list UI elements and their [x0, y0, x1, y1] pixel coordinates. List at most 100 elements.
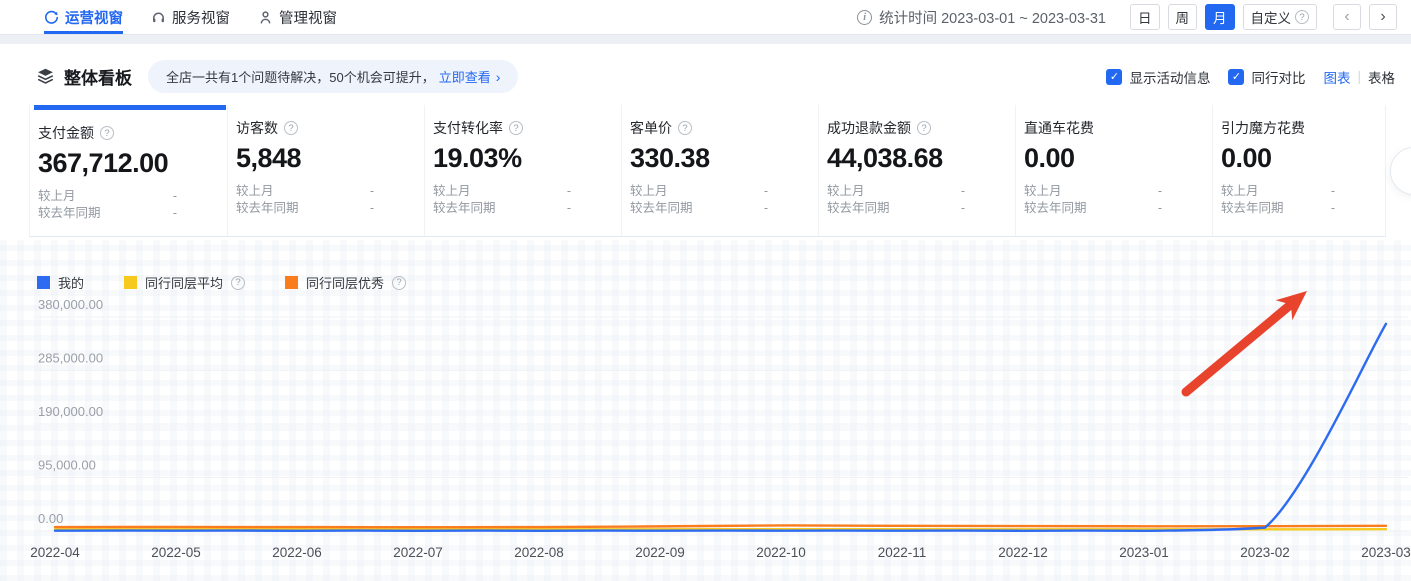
svg-text:2022-12: 2022-12	[998, 545, 1048, 560]
compare-value: -	[764, 183, 768, 200]
arrow-right-icon[interactable]: ›	[496, 69, 501, 85]
board-header-controls: ✓ 显示活动信息 ✓ 同行对比 图表 | 表格	[1106, 67, 1395, 87]
svg-text:2022-04: 2022-04	[30, 545, 80, 560]
compare-value: -	[567, 200, 571, 217]
help-icon[interactable]: ?	[678, 121, 692, 135]
legend-swatch-orange	[285, 276, 298, 289]
tab-label: 服务视窗	[172, 7, 230, 28]
compare-value: -	[370, 183, 374, 200]
compare-label: 较去年同期	[236, 200, 299, 217]
help-icon[interactable]: ?	[917, 121, 931, 135]
legend-swatch-yellow	[124, 276, 137, 289]
service-view-icon	[151, 10, 166, 25]
svg-text:2022-11: 2022-11	[878, 545, 927, 560]
metric-card-ylmf-spend[interactable]: 引力魔方花费 0.00 较上月- 较去年同期-	[1212, 105, 1385, 236]
tab-operations-view[interactable]: 运营视窗	[44, 0, 123, 34]
peer-compare-checkbox[interactable]: ✓ 同行对比	[1228, 67, 1305, 87]
compare-label: 较去年同期	[630, 200, 693, 217]
legend-item-peer-excellent[interactable]: 同行同层优秀 ?	[285, 273, 406, 292]
help-icon[interactable]: ?	[231, 276, 245, 290]
date-pager: ‹ ›	[1333, 4, 1397, 30]
help-icon[interactable]: ?	[284, 121, 298, 135]
compare-label: 较去年同期	[1024, 200, 1087, 217]
metric-cards-row: 支付金额? 367,712.00 较上月- 较去年同期- 访客数? 5,848 …	[29, 105, 1386, 237]
metric-label: 支付金额	[38, 123, 94, 143]
legend-label: 同行同层平均	[145, 273, 223, 292]
compare-label: 较去年同期	[1221, 200, 1284, 217]
view-toggle: 图表 | 表格	[1323, 67, 1395, 87]
metric-card-conversion-rate[interactable]: 支付转化率? 19.03% 较上月- 较去年同期-	[424, 105, 621, 236]
help-icon[interactable]: ?	[100, 126, 114, 140]
metric-card-refund-amount[interactable]: 成功退款金额? 44,038.68 较上月- 较去年同期-	[818, 105, 1015, 236]
show-activity-checkbox[interactable]: ✓ 显示活动信息	[1106, 67, 1210, 87]
metric-card-visitors[interactable]: 访客数? 5,848 较上月- 较去年同期-	[227, 105, 424, 236]
period-day-button[interactable]: 日	[1130, 4, 1160, 30]
chevron-right-icon[interactable]: ›	[1369, 4, 1397, 30]
svg-text:380,000.00: 380,000.00	[38, 297, 103, 312]
tab-label: 管理视窗	[279, 7, 337, 28]
svg-text:2023-02: 2023-02	[1240, 545, 1290, 560]
floating-widget-circle[interactable]	[1390, 147, 1411, 195]
compare-value: -	[1158, 200, 1162, 217]
tab-service-view[interactable]: 服务视窗	[151, 0, 230, 34]
notice-text: 全店一共有1个问题待解决，50个机会可提升，	[166, 67, 435, 86]
metric-card-ztc-spend[interactable]: 直通车花费 0.00 较上月- 较去年同期-	[1015, 105, 1212, 236]
svg-text:2023-01: 2023-01	[1119, 545, 1169, 560]
checkbox-checked-icon: ✓	[1106, 69, 1122, 85]
svg-text:95,000.00: 95,000.00	[38, 458, 96, 473]
trend-line-chart[interactable]: 0.0095,000.00190,000.00285,000.00380,000…	[0, 270, 1411, 581]
svg-text:2023-03: 2023-03	[1361, 545, 1411, 560]
compare-label: 较上月	[236, 183, 274, 200]
svg-text:2022-05: 2022-05	[151, 545, 201, 560]
svg-text:2022-07: 2022-07	[393, 545, 443, 560]
help-icon[interactable]: ?	[392, 276, 406, 290]
stat-time: i 统计时间 2023-03-01 ~ 2023-03-31	[857, 7, 1106, 28]
help-icon: ?	[1295, 10, 1309, 24]
compare-value: -	[173, 188, 177, 205]
svg-text:2022-09: 2022-09	[635, 545, 685, 560]
chevron-left-icon[interactable]: ‹	[1333, 4, 1361, 30]
board-header: 整体看板 全店一共有1个问题待解决，50个机会可提升， 立即查看 › ✓ 显示活…	[0, 44, 1411, 105]
board-title: 整体看板	[36, 64, 132, 89]
compare-label: 较上月	[433, 183, 471, 200]
view-now-link[interactable]: 立即查看	[439, 67, 491, 86]
chart-legend: 我的 同行同层平均 ? 同行同层优秀 ?	[37, 273, 406, 292]
compare-label: 较去年同期	[827, 200, 890, 217]
legend-swatch-blue	[37, 276, 50, 289]
svg-text:285,000.00: 285,000.00	[38, 351, 103, 366]
metric-value: 0.00	[1024, 143, 1162, 174]
period-month-button[interactable]: 月	[1205, 4, 1235, 30]
compare-label: 较去年同期	[433, 200, 496, 217]
view-toggle-separator: |	[1357, 69, 1361, 84]
table-view-link[interactable]: 表格	[1368, 67, 1395, 87]
tab-label: 运营视窗	[65, 7, 123, 28]
checkbox-label: 显示活动信息	[1129, 67, 1210, 87]
info-icon: i	[857, 10, 872, 25]
stat-time-text: 统计时间 2023-03-01 ~ 2023-03-31	[879, 7, 1106, 28]
metric-card-avg-order-value[interactable]: 客单价? 330.38 较上月- 较去年同期-	[621, 105, 818, 236]
tab-management-view[interactable]: 管理视窗	[258, 0, 337, 34]
compare-label: 较上月	[1024, 183, 1062, 200]
compare-label: 较上月	[630, 183, 668, 200]
legend-label: 同行同层优秀	[306, 273, 384, 292]
page-title: 整体看板	[64, 64, 132, 89]
legend-label: 我的	[58, 273, 84, 292]
period-week-button[interactable]: 周	[1168, 4, 1198, 30]
period-custom-button[interactable]: 自定义 ?	[1243, 4, 1318, 30]
metric-value: 330.38	[630, 143, 768, 174]
metric-card-payment-amount[interactable]: 支付金额? 367,712.00 较上月- 较去年同期-	[30, 105, 227, 236]
checkbox-label: 同行对比	[1251, 67, 1305, 87]
metric-label: 引力魔方花费	[1221, 118, 1305, 138]
metric-value: 5,848	[236, 143, 374, 174]
compare-value: -	[1331, 183, 1335, 200]
legend-item-mine[interactable]: 我的	[37, 273, 84, 292]
compare-value: -	[764, 200, 768, 217]
compare-label: 较上月	[827, 183, 865, 200]
chart-view-link[interactable]: 图表	[1323, 67, 1350, 87]
compare-value: -	[1331, 200, 1335, 217]
help-icon[interactable]: ?	[509, 121, 523, 135]
metric-label: 成功退款金额	[827, 118, 911, 138]
legend-item-peer-average[interactable]: 同行同层平均 ?	[124, 273, 245, 292]
compare-label: 较去年同期	[38, 205, 101, 222]
svg-text:0.00: 0.00	[38, 511, 63, 526]
